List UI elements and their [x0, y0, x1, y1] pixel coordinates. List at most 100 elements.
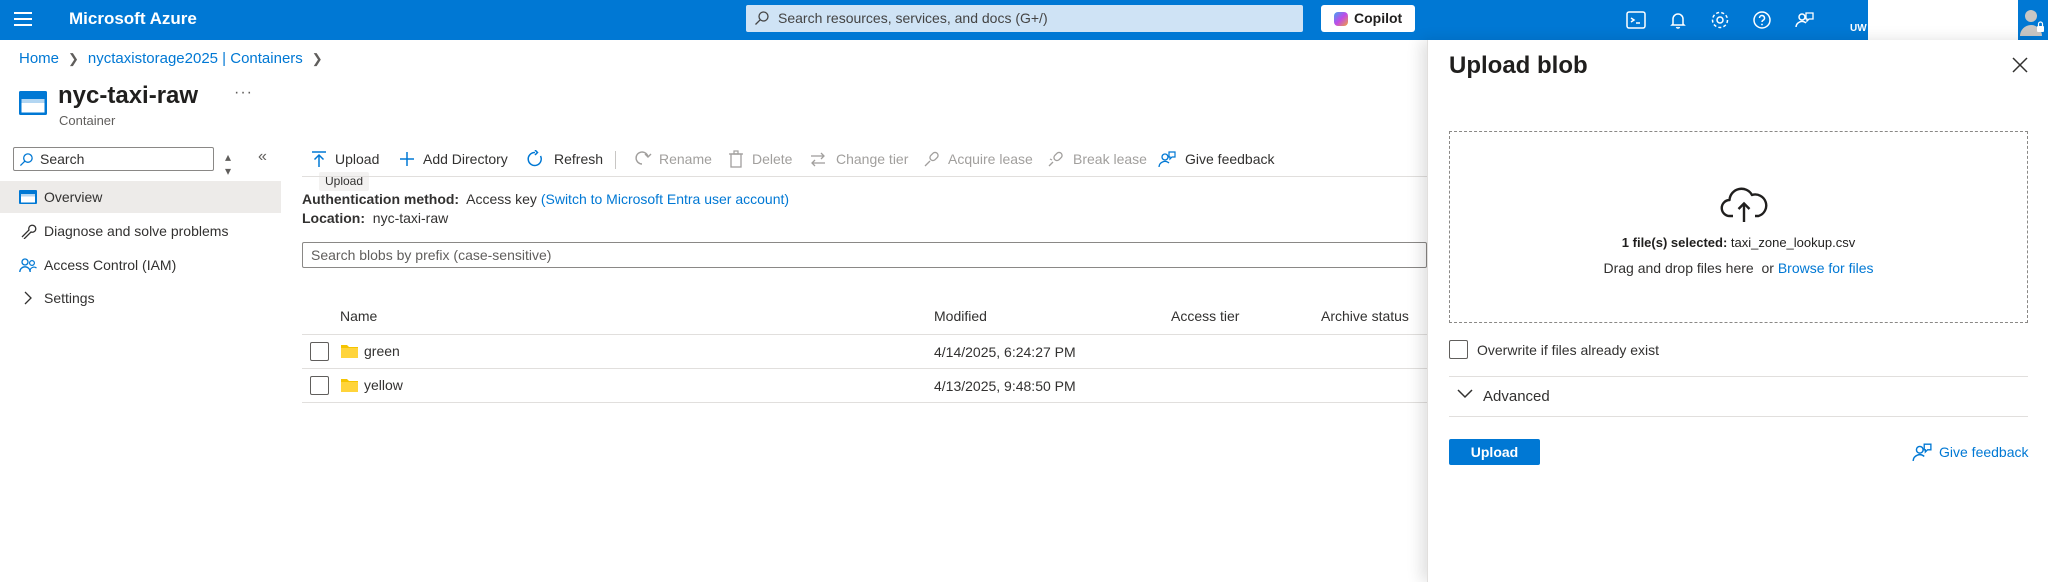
auth-method-value: Access key: [466, 191, 537, 207]
hamburger-menu-icon[interactable]: [14, 12, 32, 26]
folder-icon: [341, 379, 358, 392]
selected-file-name: taxi_zone_lookup.csv: [1730, 235, 1856, 250]
help-icon[interactable]: [1750, 8, 1774, 32]
bell-icon[interactable]: [1666, 8, 1690, 32]
upload-submit-button[interactable]: Upload: [1449, 439, 1540, 465]
search-icon: [19, 153, 33, 167]
location-label: Location:: [302, 210, 365, 226]
drag-drop-label: Drag and drop files here or: [1603, 260, 1778, 276]
plus-icon: [400, 152, 414, 166]
breadcrumb-home[interactable]: Home: [19, 50, 59, 67]
table-row[interactable]: yellow 4/13/2025, 9:48:50 PM: [302, 369, 1427, 403]
collapse-icon[interactable]: «: [258, 148, 267, 166]
upload-tooltip: Upload: [319, 172, 370, 191]
search-icon: [755, 11, 769, 25]
nav-search-input[interactable]: Search: [13, 147, 214, 171]
row-name[interactable]: green: [364, 343, 400, 359]
blob-search-placeholder: Search blobs by prefix (case-sensitive): [311, 247, 552, 263]
sidebar-item-diagnose[interactable]: Diagnose and solve problems: [0, 215, 281, 247]
give-feedback-label: Give feedback: [1185, 151, 1275, 167]
sidebar-item-overview[interactable]: Overview: [0, 181, 281, 213]
chevron-right-icon: ❯: [311, 51, 323, 66]
row-modified: 4/14/2025, 6:24:27 PM: [934, 344, 1076, 360]
switch-auth-link[interactable]: (Switch to Microsoft Entra user account): [541, 191, 789, 207]
avatar-icon[interactable]: [2018, 4, 2046, 36]
refresh-icon: [527, 150, 542, 167]
change-tier-button[interactable]: Change tier: [809, 143, 909, 175]
sidebar-item-settings[interactable]: Settings: [0, 282, 281, 314]
wrench-icon: [21, 224, 37, 239]
divider: [1449, 376, 2028, 377]
folder-icon: [341, 345, 358, 358]
row-checkbox[interactable]: [310, 342, 329, 361]
blob-search-input[interactable]: Search blobs by prefix (case-sensitive): [302, 242, 1427, 268]
row-checkbox[interactable]: [310, 376, 329, 395]
sidebar-item-label: Diagnose and solve problems: [44, 223, 229, 239]
people-icon: [19, 258, 37, 273]
break-lease-label: Break lease: [1073, 151, 1147, 167]
sidebar-item-label: Access Control (IAM): [44, 257, 177, 273]
feedback-icon[interactable]: [1792, 8, 1816, 32]
toolbar-divider: [615, 151, 616, 169]
delete-button[interactable]: Delete: [727, 143, 793, 175]
copilot-button[interactable]: Copilot: [1321, 5, 1415, 32]
refresh-label: Refresh: [554, 151, 604, 167]
column-header-archive-status[interactable]: Archive status: [1321, 308, 1409, 324]
sidebar-item-label: Overview: [44, 189, 103, 205]
break-lease-button[interactable]: Break lease: [1047, 143, 1147, 175]
sidebar-item-iam[interactable]: Access Control (IAM): [0, 249, 281, 281]
global-search-placeholder: Search resources, services, and docs (G+…: [778, 10, 1048, 26]
advanced-section-toggle[interactable]: Advanced: [1483, 388, 1550, 405]
feedback-icon: [1912, 443, 1932, 462]
upload-label: Upload: [335, 151, 380, 167]
global-search-input[interactable]: Search resources, services, and docs (G+…: [746, 5, 1303, 32]
page-title: nyc-taxi-raw: [58, 82, 199, 109]
overwrite-label[interactable]: Overwrite if files already exist: [1477, 342, 1659, 358]
sidebar-item-label: Settings: [44, 290, 95, 306]
chevron-down-icon[interactable]: [1457, 385, 1473, 401]
chevron-right-icon: ❯: [68, 51, 79, 66]
add-directory-button[interactable]: Add Directory: [398, 143, 513, 175]
rename-icon: [635, 151, 652, 165]
trash-icon: [729, 150, 743, 168]
brand-title[interactable]: Microsoft Azure: [69, 9, 197, 29]
upload-blob-panel: Upload blob 1 file(s) selected: taxi_zon…: [1427, 40, 2048, 582]
file-dropzone[interactable]: 1 file(s) selected: taxi_zone_lookup.csv…: [1449, 131, 2028, 323]
divider: [1449, 416, 2028, 417]
account-panel[interactable]: [1868, 0, 2018, 40]
upload-icon: [312, 151, 326, 167]
user-initials: UW: [1850, 23, 1867, 34]
more-options-icon[interactable]: ···: [234, 84, 253, 102]
table-header: Name Modified Access tier Archive status: [302, 300, 1427, 335]
auth-method-label: Authentication method:: [302, 191, 460, 207]
column-header-name[interactable]: Name: [340, 308, 377, 324]
column-header-modified[interactable]: Modified: [934, 308, 987, 324]
rename-button[interactable]: Rename: [634, 143, 712, 175]
overwrite-checkbox[interactable]: [1449, 340, 1468, 359]
row-name[interactable]: yellow: [364, 377, 403, 393]
gear-icon[interactable]: [1708, 8, 1732, 32]
change-tier-label: Change tier: [836, 151, 909, 167]
row-modified: 4/13/2025, 9:48:50 PM: [934, 378, 1076, 394]
acquire-lease-label: Acquire lease: [948, 151, 1033, 167]
give-feedback-button[interactable]: Give feedback: [1158, 143, 1275, 175]
column-header-access-tier[interactable]: Access tier: [1171, 308, 1239, 324]
container-icon: [19, 91, 47, 115]
cloud-shell-icon[interactable]: [1624, 8, 1648, 32]
copilot-label: Copilot: [1354, 10, 1403, 26]
breadcrumb-storage[interactable]: nyctaxistorage2025 | Containers: [88, 50, 303, 67]
breadcrumb: Home ❯ nyctaxistorage2025 | Containers ❯: [19, 50, 332, 67]
broken-link-icon: [1048, 151, 1063, 167]
command-bar: Upload Add Directory Refresh Rename Dele…: [302, 143, 1427, 175]
table-row[interactable]: green 4/14/2025, 6:24:27 PM: [302, 335, 1427, 369]
rename-label: Rename: [659, 151, 712, 167]
sort-icon[interactable]: ▴ ▾: [225, 150, 231, 178]
add-directory-label: Add Directory: [423, 151, 508, 167]
refresh-button[interactable]: Refresh: [526, 143, 604, 175]
browse-files-link[interactable]: Browse for files: [1778, 260, 1874, 276]
acquire-lease-button[interactable]: Acquire lease: [923, 143, 1033, 175]
copilot-icon: [1334, 12, 1348, 26]
feedback-icon: [1158, 151, 1176, 168]
upload-button[interactable]: Upload: [310, 143, 386, 175]
close-icon[interactable]: [2011, 56, 2029, 74]
